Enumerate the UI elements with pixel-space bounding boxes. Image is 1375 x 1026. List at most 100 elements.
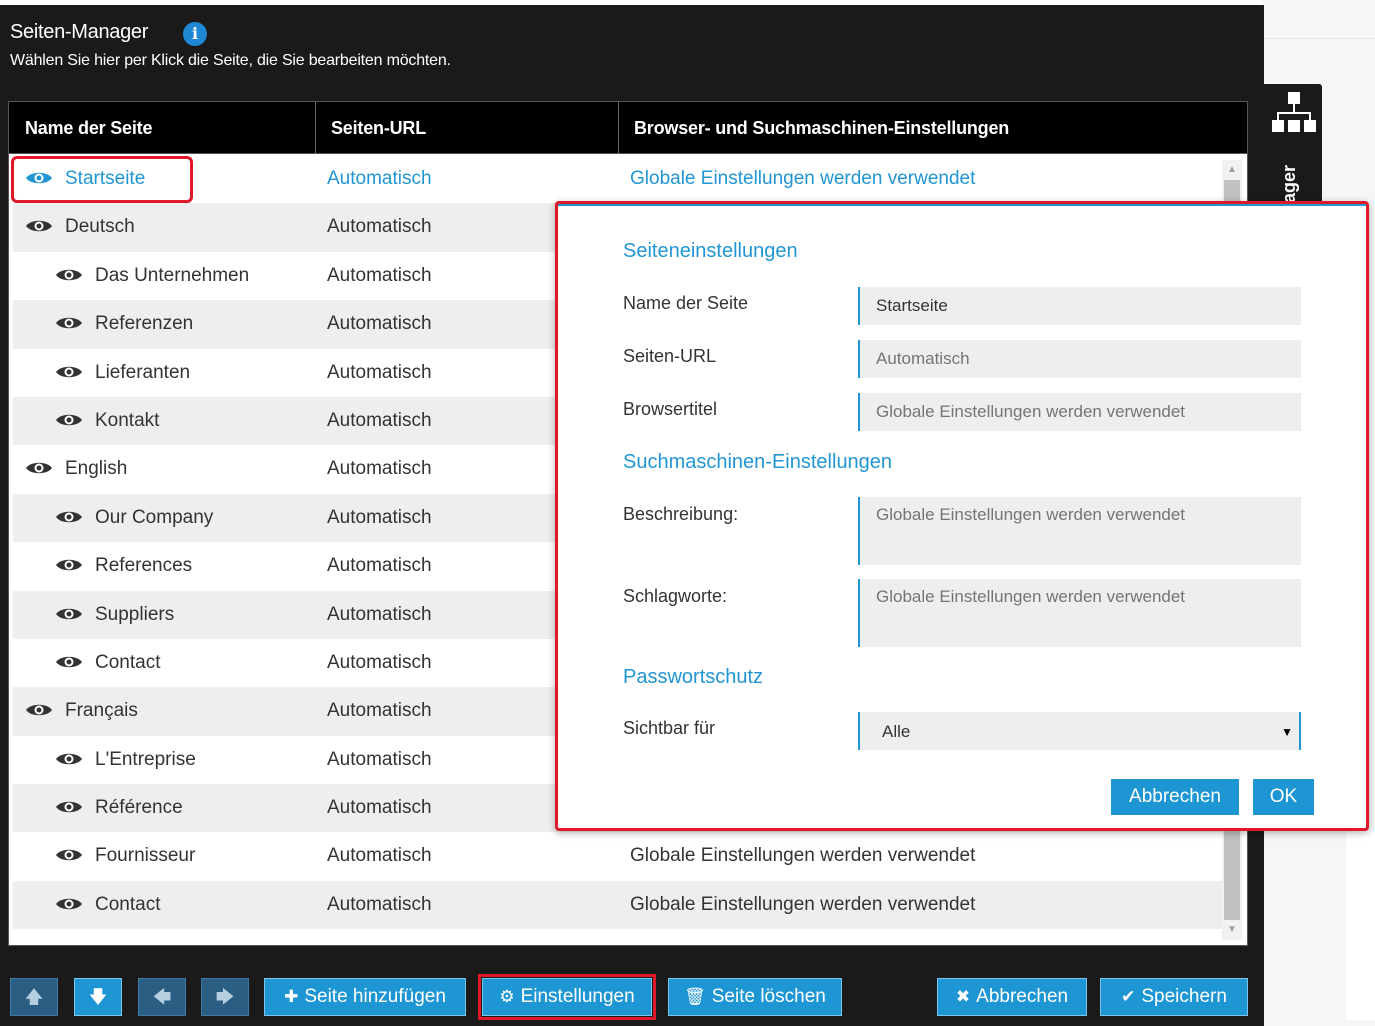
page-url: Automatisch	[327, 700, 432, 722]
gear-icon: ⚙	[499, 987, 515, 1006]
label-visible-for: Sichtbar für	[623, 718, 716, 738]
eye-icon	[26, 463, 52, 474]
arrow-right-icon: 🡆	[215, 987, 235, 1007]
page-name-cell: Contact	[55, 639, 160, 687]
arrow-up-icon: 🡅	[24, 987, 44, 1007]
label-page-name: Name der Seite	[623, 293, 749, 313]
page-name: Contact	[95, 651, 161, 673]
table-row[interactable]: Startseite Automatisch Globale Einstellu…	[13, 155, 1223, 204]
background-divider	[1262, 38, 1375, 39]
page-name: Startseite	[65, 168, 146, 189]
panel-subtitle: Wählen Sie hier per Klick die Seite, die…	[10, 52, 451, 69]
column-header-name[interactable]: Name der Seite	[11, 102, 316, 154]
background-card	[1346, 830, 1375, 1020]
page-name-cell: L'Entreprise	[55, 736, 196, 784]
page-name-cell: Das Unternehmen	[55, 252, 249, 300]
page-url: Automatisch	[327, 797, 432, 819]
table-row[interactable]: Fournisseur Automatisch Globale Einstell…	[13, 832, 1223, 881]
page-name-cell: Our Company	[55, 494, 213, 542]
eye-icon	[56, 317, 82, 329]
description-field[interactable]	[858, 497, 1301, 565]
page-url: Automatisch	[327, 603, 432, 625]
close-icon: ✖	[955, 987, 971, 1006]
browser-title-field[interactable]	[858, 393, 1301, 431]
page-name-cell: Kontakt	[55, 397, 159, 445]
page-name: Référence	[95, 797, 183, 819]
eye-icon	[56, 511, 82, 522]
page-name: Lieferanten	[95, 361, 191, 383]
label-keywords: Schlagworte:	[623, 586, 728, 606]
page-name: Fournisseur	[95, 845, 196, 867]
arrow-down-icon: 🡇	[88, 987, 108, 1007]
page-name-cell: English	[25, 445, 127, 493]
eye-icon	[56, 414, 82, 426]
table-header: Name der Seite Seiten-URL Browser- und S…	[9, 102, 1247, 154]
eye-icon	[26, 705, 52, 716]
page-name: References	[95, 555, 193, 577]
keywords-field[interactable]	[858, 579, 1301, 647]
delete-page-button[interactable]: 🗑 Seite löschen	[668, 978, 842, 1016]
dialog-cancel-button[interactable]: Abbrechen	[1111, 779, 1239, 815]
page-url: Automatisch	[327, 313, 432, 335]
table-row[interactable]: Contact Automatisch Globale Einstellunge…	[13, 880, 1223, 930]
page-name: Our Company	[95, 506, 214, 528]
page-name-field[interactable]	[858, 287, 1301, 325]
move-up-button[interactable]: 🡅	[10, 978, 58, 1016]
eye-icon	[26, 172, 52, 184]
dialog-ok-button[interactable]: OK	[1253, 779, 1314, 815]
page-name-cell: Français	[25, 687, 138, 735]
scroll-down-arrow-icon[interactable]: ▼	[1222, 920, 1242, 940]
trash-icon: 🗑	[684, 987, 706, 1006]
settings-button[interactable]: ⚙ Einstellungen	[478, 974, 656, 1020]
add-page-button[interactable]: ✚ Seite hinzufügen	[264, 978, 466, 1016]
page-name: Deutsch	[65, 216, 135, 238]
page-name-cell: Lieferanten	[55, 349, 190, 397]
move-left-button[interactable]: 🡄	[138, 978, 186, 1016]
page-settings-dialog: Seiteneinstellungen Name der Seite Seite…	[555, 201, 1369, 831]
delete-page-label: Seite löschen	[711, 986, 826, 1007]
column-header-seo[interactable]: Browser- und Suchmaschinen-Einstellungen	[620, 102, 1247, 154]
page-name: English	[65, 458, 128, 480]
move-right-button[interactable]: 🡆	[201, 978, 249, 1016]
eye-icon	[56, 559, 82, 571]
column-header-url[interactable]: Seiten-URL	[317, 102, 619, 154]
page-url: Automatisch	[327, 893, 432, 915]
page-name: Contact	[95, 893, 161, 915]
eye-icon	[56, 608, 82, 619]
chevron-down-icon: ▼	[1281, 725, 1293, 739]
label-browser-title: Browsertitel	[623, 399, 718, 419]
cancel-button[interactable]: ✖ Abbrechen	[937, 978, 1087, 1016]
page-name: Das Unternehmen	[95, 264, 250, 286]
checkmark-icon: ✔	[1121, 987, 1136, 1006]
label-description: Beschreibung:	[623, 504, 739, 524]
info-icon[interactable]: i	[183, 22, 207, 46]
move-down-button[interactable]: 🡇	[74, 978, 122, 1016]
sitemap-icon	[1272, 92, 1316, 132]
save-button[interactable]: ✔ Speichern	[1100, 978, 1248, 1016]
eye-icon	[56, 269, 82, 281]
page-url: Automatisch	[327, 168, 432, 189]
eye-icon	[56, 753, 82, 764]
page-name-cell: Referenzen	[55, 300, 193, 348]
visible-for-select[interactable]: Alle ▼	[858, 712, 1301, 750]
section-password: Passwortschutz	[623, 666, 764, 688]
page-name-cell: Fournisseur	[55, 832, 195, 880]
page-seo: Globale Einstellungen werden verwendet	[630, 893, 976, 915]
scroll-up-arrow-icon[interactable]: ▲	[1222, 160, 1242, 180]
page-url-field[interactable]	[858, 340, 1301, 378]
page-url: Automatisch	[327, 845, 432, 867]
page-name-cell: Suppliers	[55, 591, 174, 639]
page-url: Automatisch	[327, 651, 432, 673]
eye-icon	[56, 801, 82, 813]
page-url: Automatisch	[327, 409, 432, 431]
visible-for-value: Alle	[882, 722, 911, 741]
page-seo: Globale Einstellungen werden verwendet	[630, 168, 976, 189]
page-url: Automatisch	[327, 264, 432, 286]
label-page-url: Seiten-URL	[623, 346, 717, 366]
page-name: L'Entreprise	[95, 748, 196, 770]
page-url: Automatisch	[327, 216, 432, 238]
panel-title: Seiten-Manager	[10, 21, 149, 43]
section-seo-settings: Suchmaschinen-Einstellungen	[623, 451, 893, 473]
page-url: Automatisch	[327, 361, 432, 383]
page-name: Referenzen	[95, 313, 194, 335]
